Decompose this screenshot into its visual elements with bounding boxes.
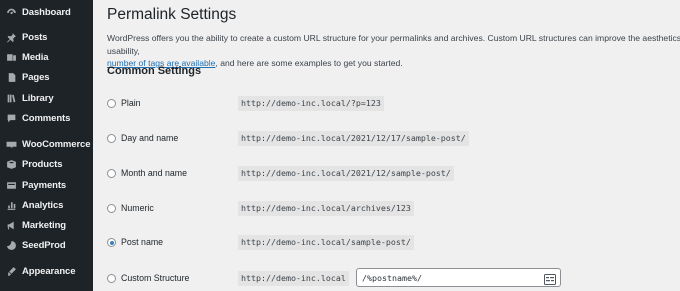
example-url: http://demo-inc.local/?p=123 (238, 96, 384, 111)
pin-icon (5, 31, 17, 43)
sidebar-item-seedprod[interactable]: SeedProd (0, 235, 93, 255)
marketing-icon (5, 219, 17, 231)
sidebar-item-label: WooCommerce (22, 138, 91, 150)
example-url: http://demo-inc.local/2021/12/17/sample-… (238, 131, 469, 146)
option-label: Numeric (121, 203, 154, 213)
section-title-common-settings: Common Settings (107, 65, 202, 77)
radio-post-name[interactable] (107, 238, 116, 247)
option-label: Day and name (121, 133, 179, 143)
sidebar-item-library[interactable]: Library (0, 88, 93, 108)
radio-plain[interactable] (107, 99, 116, 108)
sidebar-item-marketing[interactable]: Marketing (0, 215, 93, 235)
intro-text: WordPress offers you the ability to crea… (107, 32, 680, 70)
comments-icon (5, 112, 17, 124)
sidebar-item-label: Payments (22, 179, 67, 191)
permalink-option-day-and-name[interactable]: Day and name http://demo-inc.local/2021/… (107, 131, 667, 147)
sidebar-item-label: Library (22, 92, 54, 104)
radio-numeric[interactable] (107, 204, 116, 213)
sidebar-item-woocommerce[interactable]: WooCommerce (0, 134, 93, 154)
seedprod-icon (5, 239, 17, 251)
page-title: Permalink Settings (107, 6, 237, 23)
sidebar-item-label: Marketing (22, 219, 66, 231)
sidebar-item-label: Pages (22, 71, 50, 83)
dashboard-icon (5, 6, 17, 18)
main-content: Permalink Settings WordPress offers you … (93, 0, 680, 291)
example-url: http://demo-inc.local/2021/12/sample-pos… (238, 166, 454, 181)
analytics-icon (5, 199, 17, 211)
option-label: Month and name (121, 168, 188, 178)
permalink-option-numeric[interactable]: Numeric http://demo-inc.local/archives/1… (107, 201, 667, 217)
option-label: Post name (121, 237, 164, 247)
pages-icon (5, 71, 17, 83)
option-label: Custom Structure (121, 273, 190, 283)
sidebar-item-posts[interactable]: Posts (0, 27, 93, 47)
example-url: http://demo-inc.local/archives/123 (238, 201, 414, 216)
available-tags-icon[interactable] (544, 272, 556, 285)
sidebar-item-pages[interactable]: Pages (0, 67, 93, 87)
sidebar-item-payments[interactable]: Payments (0, 175, 93, 195)
sidebar-item-label: Comments (22, 112, 71, 124)
sidebar-item-label: Analytics (22, 199, 64, 211)
sidebar-item-label: SeedProd (22, 239, 66, 251)
sidebar-item-label: Posts (22, 31, 48, 43)
sidebar-item-appearance[interactable]: Appearance (0, 261, 93, 281)
woocommerce-icon (5, 138, 17, 150)
sidebar-item-label: Appearance (22, 265, 76, 277)
radio-checked-dot (109, 240, 114, 245)
custom-base-url: http://demo-inc.local (238, 271, 349, 286)
sidebar-item-dashboard[interactable]: Dashboard (0, 2, 93, 22)
library-icon (5, 92, 17, 104)
appearance-icon (5, 265, 17, 277)
custom-structure-input[interactable] (357, 269, 537, 286)
payments-icon (5, 179, 17, 191)
permalink-option-month-and-name[interactable]: Month and name http://demo-inc.local/202… (107, 166, 667, 182)
sidebar-item-label: Products (22, 158, 63, 170)
radio-custom-structure[interactable] (107, 274, 116, 283)
media-icon (5, 51, 17, 63)
admin-sidebar: Dashboard Posts Media Pages Library Comm… (0, 0, 93, 291)
permalink-option-custom-structure[interactable]: Custom Structure http://demo-inc.local (107, 268, 667, 287)
radio-day-and-name[interactable] (107, 134, 116, 143)
permalink-option-post-name[interactable]: Post name http://demo-inc.local/sample-p… (107, 235, 667, 251)
custom-structure-field[interactable] (356, 268, 561, 287)
intro-text-body: WordPress offers you the ability to crea… (107, 33, 680, 56)
intro-text-tail: , and here are some examples to get you … (215, 58, 403, 68)
permalink-option-plain[interactable]: Plain http://demo-inc.local/?p=123 (107, 96, 667, 112)
sidebar-item-analytics[interactable]: Analytics (0, 195, 93, 215)
example-url: http://demo-inc.local/sample-post/ (238, 235, 414, 250)
sidebar-item-products[interactable]: Products (0, 154, 93, 174)
option-label: Plain (121, 98, 141, 108)
sidebar-item-label: Dashboard (22, 6, 71, 18)
products-icon (5, 158, 17, 170)
sidebar-item-comments[interactable]: Comments (0, 108, 93, 128)
sidebar-item-label: Media (22, 51, 49, 63)
sidebar-item-media[interactable]: Media (0, 47, 93, 67)
radio-month-and-name[interactable] (107, 169, 116, 178)
